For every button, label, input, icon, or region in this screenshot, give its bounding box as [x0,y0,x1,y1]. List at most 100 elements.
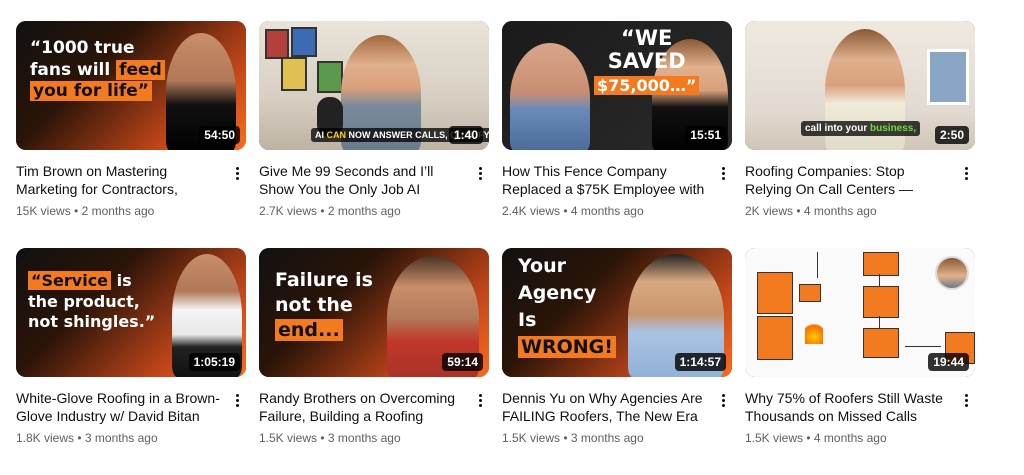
video-thumbnail[interactable]: “WE SAVED $75,000…” 15:51 [502,21,732,150]
video-duration-badge: 59:14 [442,353,483,371]
window [927,49,969,105]
kebab-menu-icon[interactable] [471,389,489,411]
upload-age: 2 months ago [327,204,401,218]
video-grid: “1000 true fans will feed you for life” … [16,21,976,475]
view-count: 1.5K views [502,431,561,445]
upload-age: 4 months ago [570,204,644,218]
thumbnail-text-line: not shingles.” [28,312,156,332]
meta-separator: • [77,431,82,445]
fire-icon [805,320,823,344]
thumbnail-text-line: Agency [518,281,597,304]
meta-separator: • [74,204,79,218]
thumbnail-text-line: SAVED [607,49,686,74]
kebab-menu-icon[interactable] [957,162,975,184]
kebab-menu-icon[interactable] [228,389,246,411]
video-duration-badge: 2:50 [934,126,969,144]
video-stats: 1.8K views • 3 months ago [16,430,220,446]
video-stats: 1.5K views • 3 months ago [502,430,706,446]
thumbnail-text-line: not the [275,293,353,316]
thumbnail-text-highlight: WRONG! [518,335,616,358]
thumbnail-text-line: fans will [30,59,117,80]
video-duration-badge: 15:51 [685,126,726,144]
view-count: 1.5K views [745,431,804,445]
video-stats: 2K views • 4 months ago [745,203,949,219]
upload-age: 3 months ago [570,431,644,445]
upload-age: 2 months ago [81,204,155,218]
flowchart-box [863,328,899,358]
view-count: 1.5K views [259,431,318,445]
meta-separator: • [806,431,811,445]
thumbnail-text-line: Is [518,308,537,331]
kebab-menu-icon[interactable] [957,389,975,411]
thumbnail-text-line: “WE [621,26,673,50]
video-card[interactable]: “WE SAVED $75,000…” 15:51 How This Fence… [502,21,732,248]
video-thumbnail[interactable]: Failure is not the end... 59:14 [259,248,489,377]
video-card[interactable]: 19:44 Why 75% of Roofers Still Waste Tho… [745,248,975,475]
video-meta: White-Glove Roofing in a Brown-Glove Ind… [16,389,246,446]
video-card[interactable]: AI CAN NOW ANSWER CALLS, QUALIFY 1:40 Gi… [259,21,489,248]
video-title[interactable]: Give Me 99 Seconds and I’ll Show You the… [259,162,463,198]
upload-age: 4 months ago [813,431,887,445]
video-title[interactable]: Roofing Companies: Stop Relying On Call … [745,162,949,198]
wall-poster [317,61,343,93]
wall-poster [291,27,317,57]
video-meta: Roofing Companies: Stop Relying On Call … [745,162,975,219]
video-stats: 1.5K views • 4 months ago [745,430,949,446]
kebab-menu-icon[interactable] [228,162,246,184]
flowchart-arrow [817,252,818,278]
video-thumbnail[interactable]: 19:44 [745,248,975,377]
thumbnail-text-line: Your [518,255,566,277]
video-card[interactable]: “Service is the product, not shingles.” … [16,248,246,475]
kebab-menu-icon[interactable] [714,162,732,184]
flowchart-box [863,286,899,318]
kebab-menu-icon[interactable] [714,389,732,411]
meta-separator: • [563,204,568,218]
video-duration-badge: 1:05:19 [188,353,240,371]
thumbnail-text-highlight: $75,000…” [594,76,700,96]
video-card[interactable]: Your Agency Is WRONG! 1:14:57 Dennis Yu … [502,248,732,475]
flowchart-box [799,284,821,302]
presenter-avatar [935,256,969,290]
video-card[interactable]: “1000 true fans will feed you for life” … [16,21,246,248]
view-count: 2K views [745,204,794,218]
video-stats: 2.7K views • 2 months ago [259,203,463,219]
video-meta: Tim Brown on Mastering Marketing for Con… [16,162,246,219]
guest-image [510,43,590,150]
upload-age: 4 months ago [803,204,877,218]
view-count: 15K views [16,204,71,218]
video-meta: Randy Brothers on Overcoming Failure, Bu… [259,389,489,446]
video-thumbnail[interactable]: Your Agency Is WRONG! 1:14:57 [502,248,732,377]
thumbnail-text-highlight: feed [116,59,165,80]
kebab-menu-icon[interactable] [471,162,489,184]
thumbnail-headline: “1000 true fans will feed you for life” [30,39,165,102]
thumbnail-headline: “Service is the product, not shingles.” [28,271,156,332]
flowchart-arrow [905,346,941,347]
video-duration-badge: 19:44 [928,353,969,371]
flowchart-arrow [879,316,880,328]
video-meta: Give Me 99 Seconds and I’ll Show You the… [259,162,489,219]
video-thumbnail[interactable]: call into your business, 2:50 [745,21,975,150]
video-title[interactable]: How This Fence Company Replaced a $75K E… [502,162,706,198]
video-meta: Why 75% of Roofers Still Waste Thousands… [745,389,975,446]
video-title[interactable]: Why 75% of Roofers Still Waste Thousands… [745,389,949,425]
flowchart-box [757,272,793,314]
video-card[interactable]: Failure is not the end... 59:14 Randy Br… [259,248,489,475]
wall-poster [265,29,289,59]
video-title[interactable]: Tim Brown on Mastering Marketing for Con… [16,162,220,198]
video-title[interactable]: Dennis Yu on Why Agencies Are FAILING Ro… [502,389,706,425]
thumbnail-headline: “WE SAVED $75,000…” [594,26,700,96]
video-thumbnail[interactable]: AI CAN NOW ANSWER CALLS, QUALIFY 1:40 [259,21,489,150]
video-thumbnail[interactable]: “Service is the product, not shingles.” … [16,248,246,377]
video-duration-badge: 1:14:57 [674,353,726,371]
thumbnail-text-highlight: “Service [28,271,112,290]
view-count: 1.8K views [16,431,75,445]
wall-poster [281,57,307,91]
video-title[interactable]: White-Glove Roofing in a Brown-Glove Ind… [16,389,220,425]
video-thumbnail[interactable]: “1000 true fans will feed you for life” … [16,21,246,150]
thumbnail-text-highlight: you for life” [30,81,152,102]
thumbnail-text-line: Failure is [275,269,373,291]
video-title[interactable]: Randy Brothers on Overcoming Failure, Bu… [259,389,463,425]
video-duration-badge: 1:40 [448,126,483,144]
flowchart-box [863,252,899,276]
video-card[interactable]: call into your business, 2:50 Roofing Co… [745,21,975,248]
